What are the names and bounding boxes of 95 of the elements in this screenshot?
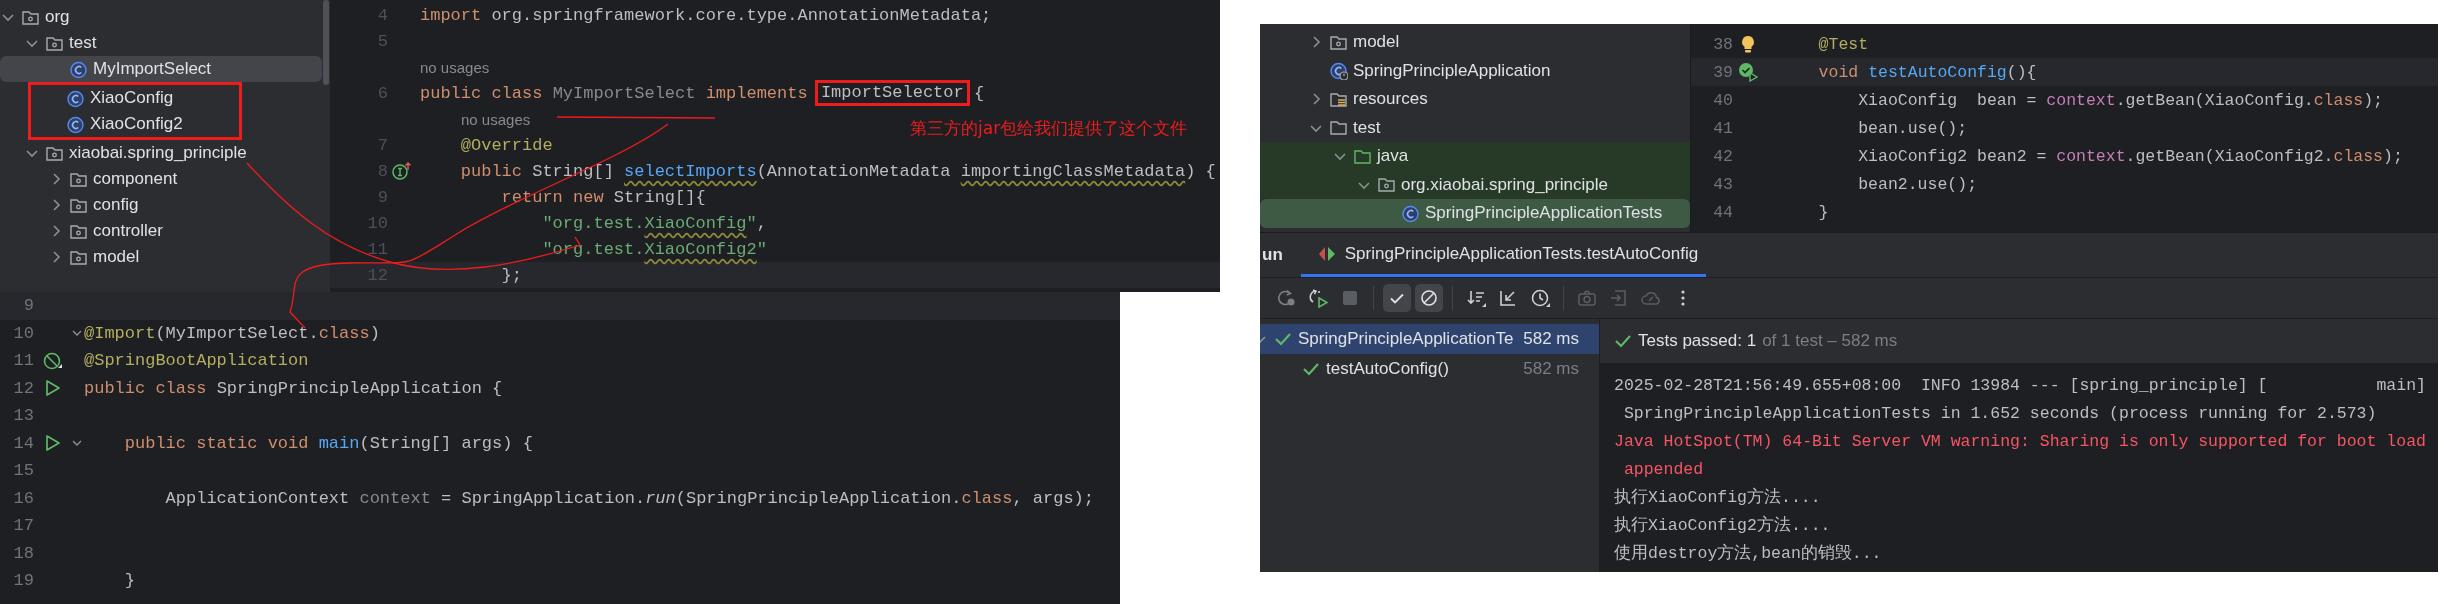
code-line: public class MyImportSelect implements ImportSelector { xyxy=(420,80,985,106)
code-line: bean2.use(); xyxy=(1857,173,1978,196)
code-line: bean.use(); xyxy=(1857,117,1968,140)
tree-item[interactable]: config xyxy=(0,192,322,218)
line-number: 10 xyxy=(12,323,34,343)
test-passed-icon[interactable] xyxy=(1738,62,1758,82)
status-summary: Tests passed: 1 xyxy=(1638,331,1757,351)
line-number: 16 xyxy=(12,488,34,508)
tree-item[interactable]: java xyxy=(1260,142,1690,171)
tree-item[interactable]: xiaobai.spring_principle xyxy=(0,140,322,166)
run-tab[interactable]: SpringPrincipleApplicationTests.testAutoConfig xyxy=(1300,233,1707,277)
package-icon xyxy=(1377,175,1396,195)
test-results-icon xyxy=(1316,244,1337,263)
sort-icon xyxy=(1466,288,1486,308)
tree-item[interactable]: resources xyxy=(1260,85,1690,114)
folder-icon xyxy=(1329,118,1348,138)
line-number: 18 xyxy=(12,543,34,563)
code-line: @Test xyxy=(1817,33,1869,56)
code-line: "org.test.XiaoConfig", xyxy=(541,212,767,235)
console-line: 使用destroy方法,bean的销毁... xyxy=(1614,543,1883,565)
line-number: 15 xyxy=(12,461,34,481)
line-number: 17 xyxy=(12,516,34,536)
line-number: 38 xyxy=(1712,34,1733,54)
rerun-icon xyxy=(1276,288,1296,308)
code-line: @Override xyxy=(459,134,553,157)
rerun-failed-icon xyxy=(1308,288,1328,308)
code-line: XiaoConfig2 bean2 = context.getBean(XiaoConfig2.class); xyxy=(1857,145,2403,168)
console-line: SpringPrincipleApplicationTests in 1.652 seconds (process running for 2.573) xyxy=(1622,403,2378,425)
ban-button[interactable] xyxy=(1415,284,1443,312)
status-detail: of 1 test – 582 ms xyxy=(1762,331,1898,351)
class-icon xyxy=(1401,203,1420,223)
tree-item[interactable]: component xyxy=(0,166,322,192)
tree-item[interactable]: test xyxy=(1260,113,1690,142)
code-line: void testAutoConfig(){ xyxy=(1817,61,2037,84)
line-number: 42 xyxy=(1712,146,1733,166)
annotation-note: 第三方的jar包给我们提供了这个文件 xyxy=(910,117,1188,140)
line-number: 12 xyxy=(12,378,34,398)
clock-icon xyxy=(1530,288,1550,308)
collapse-icon xyxy=(1498,288,1518,308)
console-line: Java HotSpot(TM) 64-Bit Server VM warning: Sharing is only supported for boot load xyxy=(1614,431,2427,453)
code-line: no usages xyxy=(460,109,531,130)
stop-icon xyxy=(1340,288,1360,308)
class-icon xyxy=(66,88,85,108)
tree-item[interactable]: SpringPrincipleApplication xyxy=(1260,56,1690,85)
test-tree-item[interactable]: testAutoConfig() 582 ms xyxy=(1260,354,1599,384)
bean-icon[interactable] xyxy=(42,350,62,371)
code-line: } xyxy=(1817,201,1829,224)
console-line: 执行XiaoConfig2方法.... xyxy=(1614,515,1832,537)
test-tree-item[interactable]: SpringPrincipleApplicationTe 582 ms xyxy=(1260,324,1599,354)
duration: 582 ms xyxy=(1523,359,1579,379)
line-number: 19 xyxy=(12,571,34,591)
tree-item[interactable]: org xyxy=(0,4,322,30)
line-number: 39 xyxy=(1712,62,1733,82)
implements-icon[interactable] xyxy=(391,161,411,181)
line-number: 9 xyxy=(22,296,34,316)
code-line: import org.springframework.core.type.AnnotationMetadata; xyxy=(420,4,992,27)
duration: 582 ms xyxy=(1523,329,1579,349)
code-line: XiaoConfig bean = context.getBean(XiaoConfig.class); xyxy=(1857,89,2384,112)
console-line: 2025-02-28T21:56:49.655+08:00 INFO 13984 --- [spring_principle] [ main] xyxy=(1614,375,2427,397)
line-number: 40 xyxy=(1712,90,1733,110)
export-icon xyxy=(1609,288,1629,308)
tree-item[interactable]: XiaoConfig xyxy=(28,85,239,111)
usage-hint: no usages xyxy=(420,57,490,78)
code-line: @SpringBootApplication xyxy=(84,350,309,373)
tree-item[interactable]: controller xyxy=(0,218,322,244)
tree-item[interactable]: XiaoConfig2 xyxy=(28,111,239,137)
tree-item[interactable]: test xyxy=(0,30,322,56)
line-number: 13 xyxy=(12,406,34,426)
tree-item[interactable]: model xyxy=(0,244,322,270)
ban-icon xyxy=(1419,288,1439,308)
console-line: 执行XiaoConfig方法.... xyxy=(1614,487,1822,509)
code-line: public static void main(String[] args) { xyxy=(123,432,533,455)
code-line: } xyxy=(123,570,135,593)
tree-item[interactable]: model xyxy=(1260,28,1690,57)
tree-item[interactable]: org.xiaobai.spring_principle xyxy=(1260,170,1690,199)
scrollbar[interactable] xyxy=(323,0,329,85)
tool-window-title[interactable]: un xyxy=(1260,233,1301,277)
console-line: appended xyxy=(1622,459,1705,481)
line-number: 43 xyxy=(1712,174,1733,194)
more-icon xyxy=(1680,289,1686,307)
line-number: 44 xyxy=(1712,202,1733,222)
class-icon xyxy=(69,59,88,79)
line-number: 14 xyxy=(12,433,34,453)
camera-icon xyxy=(1577,288,1597,308)
code-line: @Import(MyImportSelect.class) xyxy=(84,322,380,345)
code-line: public class SpringPrincipleApplication { xyxy=(84,377,503,400)
tree-item[interactable]: MyImportSelect xyxy=(0,56,322,82)
check-button[interactable] xyxy=(1383,284,1411,312)
class-icon xyxy=(1329,61,1348,81)
code-line: }; xyxy=(500,264,523,287)
class-icon xyxy=(66,114,85,134)
code-line: ApplicationContext context = SpringApplication.run(SpringPrincipleApplication.class, args); xyxy=(164,487,1095,510)
tree-item[interactable]: SpringPrincipleApplicationTests xyxy=(1260,199,1690,228)
line-number: 41 xyxy=(1712,118,1733,138)
line-number: 11 xyxy=(12,351,34,371)
